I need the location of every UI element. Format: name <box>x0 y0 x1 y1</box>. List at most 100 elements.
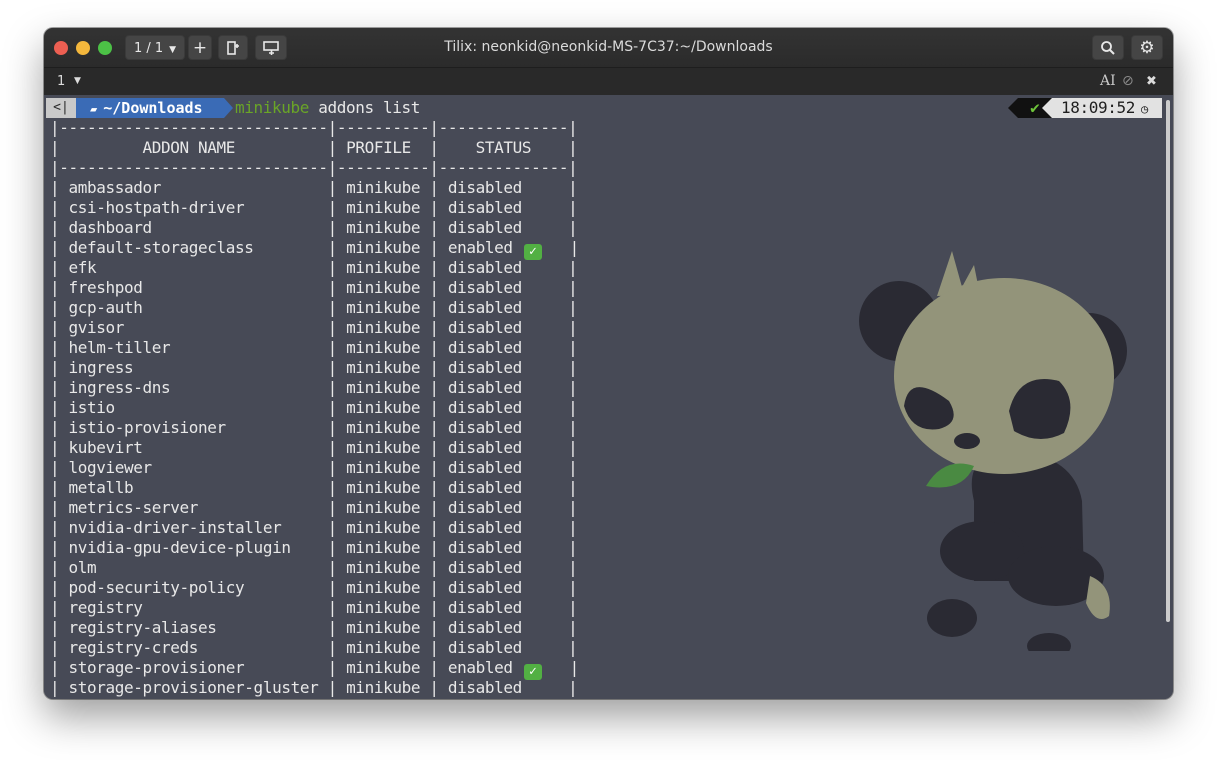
find-button[interactable] <box>1092 35 1124 60</box>
command-binary: minikube <box>235 98 310 117</box>
prompt-separator <box>224 98 233 118</box>
maximize-button[interactable] <box>98 41 112 55</box>
profile-cell: minikube | <box>346 558 448 577</box>
status-cell: disabled <box>447 338 522 357</box>
terminal-title-number[interactable]: 1 <box>57 68 65 95</box>
profile-cell: minikube | <box>346 538 448 557</box>
status-cell: disabled <box>447 278 522 297</box>
addon-name-cell: | nvidia-gpu-device-plugin | <box>50 538 347 557</box>
addon-name-cell: | freshpod | <box>50 278 347 297</box>
status-cell: disabled <box>447 378 522 397</box>
status-cell: disabled <box>447 318 522 337</box>
addon-name-cell: | registry-aliases | <box>50 618 347 637</box>
profile-cell: minikube | <box>346 398 448 417</box>
read-only-icon[interactable]: AI <box>1100 68 1116 95</box>
profile-cell: minikube | <box>346 198 448 217</box>
table-row: | storage-provisioner | minikube | enabl… <box>50 658 579 680</box>
addon-name-cell: | kubevirt | <box>50 438 347 457</box>
addon-name-cell: | ambassador | <box>50 178 347 197</box>
status-cell: enabled <box>447 658 513 677</box>
window-title: Tilix: neonkid@neonkid-MS-7C37:~/Downloa… <box>444 39 773 55</box>
table-row: | ingress | minikube | disabled | <box>50 358 578 377</box>
profile-cell: minikube | <box>346 438 448 457</box>
add-terminal-right-button[interactable] <box>218 35 248 60</box>
addon-name-cell: | registry-creds | <box>50 638 347 657</box>
terminal-icon: <| <box>46 98 76 118</box>
no-input-icon[interactable]: ⊘ <box>1122 68 1134 95</box>
table-row: | metallb | minikube | disabled | <box>50 478 578 497</box>
profile-cell: minikube | <box>346 178 448 197</box>
status-cell: enabled <box>447 238 513 257</box>
table-row: | ambassador | minikube | disabled | <box>50 178 578 197</box>
addon-name-cell: | efk | <box>50 258 347 277</box>
chevron-down-icon: ▼ <box>169 45 177 55</box>
folder-icon: ▰ <box>90 102 98 116</box>
addon-name-cell: | registry | <box>50 598 347 617</box>
profile-cell: minikube | <box>346 618 448 637</box>
status-cell: disabled <box>447 518 522 537</box>
table-row: | nvidia-driver-installer | minikube | d… <box>50 518 578 537</box>
profile-cell: minikube | <box>346 518 448 537</box>
addon-name-cell: | storage-provisioner-gluster | <box>50 678 347 697</box>
status-cell: disabled <box>447 418 522 437</box>
table-header: | ADDON NAME | PROFILE | STATUS | <box>50 138 578 157</box>
command-arguments: addons list <box>309 98 421 117</box>
status-cell: disabled <box>447 638 522 657</box>
close-terminal-icon[interactable]: ✖ <box>1146 68 1157 95</box>
status-cell: disabled <box>447 478 522 497</box>
minimize-button[interactable] <box>76 41 90 55</box>
table-row: | logviewer | minikube | disabled | <box>50 458 578 477</box>
panda-background-image <box>859 251 1127 651</box>
addon-name-cell: | nvidia-driver-installer | <box>50 518 347 537</box>
table-row: | efk | minikube | disabled | <box>50 258 578 277</box>
chevron-down-icon[interactable]: ▼ <box>74 68 81 95</box>
table-row: | helm-tiller | minikube | disabled | <box>50 338 578 357</box>
clock-time: 18:09:52 <box>1061 98 1136 117</box>
status-cell: disabled <box>447 218 522 237</box>
profile-cell: minikube | <box>346 218 448 237</box>
scrollbar[interactable] <box>1166 100 1170 622</box>
addon-name-cell: | gcp-auth | <box>50 298 347 317</box>
addon-name-cell: | pod-security-policy | <box>50 578 347 597</box>
terminal-window: 1 / 1 ▼ + Tilix: neonkid@neonkid-MS-7C37:… <box>44 28 1173 699</box>
terminal-output[interactable]: <| ▰ ~/Downloads minikube addons list ✔ 1… <box>44 96 1173 699</box>
table-row: | kubevirt | minikube | disabled | <box>50 438 578 457</box>
status-cell: disabled <box>447 398 522 417</box>
table-row: | olm | minikube | disabled | <box>50 558 578 577</box>
settings-button[interactable]: ⚙ <box>1131 35 1163 60</box>
addon-name-cell: | gvisor | <box>50 318 347 337</box>
profile-cell: minikube | <box>346 598 448 617</box>
table-row: | gvisor | minikube | disabled | <box>50 318 578 337</box>
status-cell: disabled <box>447 498 522 517</box>
close-button[interactable] <box>54 41 68 55</box>
status-cell: disabled <box>447 558 522 577</box>
session-count: 1 / 1 <box>133 41 164 56</box>
profile-cell: minikube | <box>346 418 448 437</box>
status-cell: disabled <box>447 198 522 217</box>
addon-name-cell: | olm | <box>50 558 347 577</box>
session-switcher-button[interactable]: 1 / 1 ▼ <box>125 35 185 60</box>
table-row: | istio | minikube | disabled | <box>50 398 578 417</box>
status-cell: disabled <box>447 458 522 477</box>
status-cell: disabled <box>447 618 522 637</box>
addon-name-cell: | metallb | <box>50 478 347 497</box>
table-row: | dashboard | minikube | disabled | <box>50 218 578 237</box>
status-cell: disabled <box>447 358 522 377</box>
table-row: | ingress-dns | minikube | disabled | <box>50 378 578 397</box>
table-separator: |-----------------------------|---------… <box>50 118 578 137</box>
table-row: | csi-hostpath-driver | minikube | disab… <box>50 198 578 217</box>
table-row: | pod-security-policy | minikube | disab… <box>50 578 578 597</box>
add-terminal-down-button[interactable] <box>255 35 287 60</box>
profile-cell: minikube | <box>346 658 448 677</box>
profile-cell: minikube | <box>346 338 448 357</box>
title-bar: 1 / 1 ▼ + Tilix: neonkid@neonkid-MS-7C37:… <box>44 28 1173 68</box>
table-row: | istio-provisioner | minikube | disable… <box>50 418 578 437</box>
addon-name-cell: | csi-hostpath-driver | <box>50 198 347 217</box>
profile-cell: minikube | <box>346 678 448 697</box>
profile-cell: minikube | <box>346 298 448 317</box>
table-row: | gcp-auth | minikube | disabled | <box>50 298 578 317</box>
prompt-time: 18:09:52 ◷ <box>1052 98 1162 118</box>
status-cell: disabled <box>447 438 522 457</box>
plus-icon: + <box>192 38 208 58</box>
new-session-button[interactable]: + <box>188 35 212 60</box>
